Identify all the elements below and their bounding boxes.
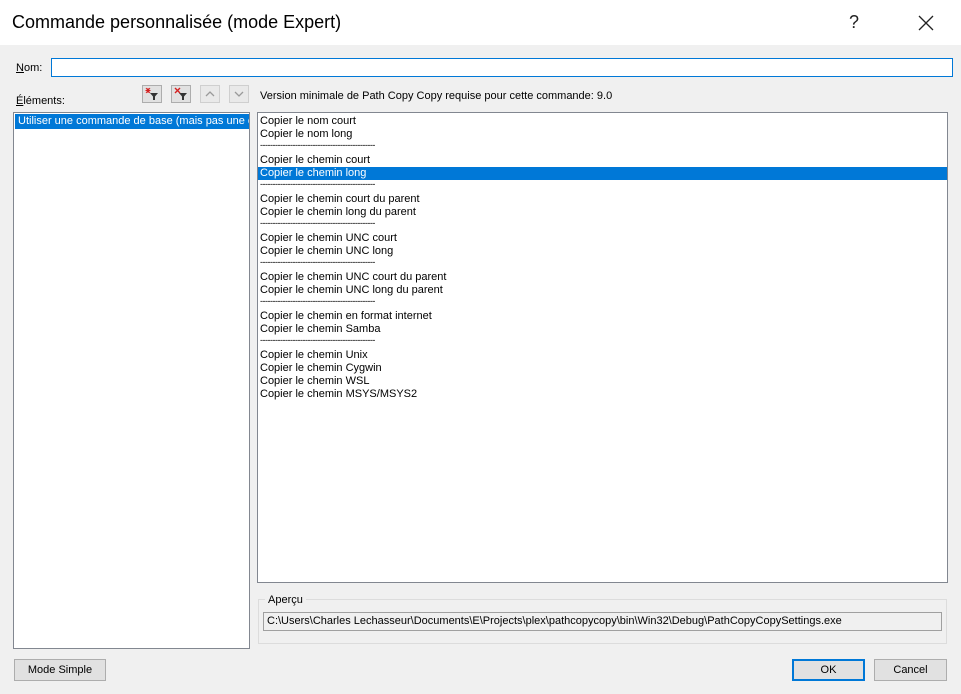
window-title: Commande personnalisée (mode Expert) <box>12 12 342 32</box>
preview-field: C:\Users\Charles Lechasseur\Documents\E\… <box>263 612 942 631</box>
list-separator: ----------------------------------------… <box>260 219 375 228</box>
elements-label: Éléments: <box>16 95 65 107</box>
close-icon <box>918 15 934 30</box>
simple-mode-button[interactable]: Mode Simple <box>14 659 106 681</box>
list-separator: ----------------------------------------… <box>260 297 375 306</box>
list-item[interactable]: Copier le chemin UNC long <box>258 245 947 258</box>
list-item[interactable]: Utiliser une commande de base (mais pas … <box>15 114 249 129</box>
list-item[interactable]: Copier le chemin long <box>258 167 947 180</box>
version-note: Version minimale de Path Copy Copy requi… <box>260 90 613 102</box>
list-item[interactable]: Copier le chemin court du parent <box>258 193 947 206</box>
elements-list[interactable]: Utiliser une commande de base (mais pas … <box>13 112 250 649</box>
list-item[interactable]: Copier le nom court <box>258 115 947 128</box>
list-item[interactable]: Copier le chemin Unix <box>258 349 947 362</box>
list-separator: ----------------------------------------… <box>260 141 375 150</box>
add-filter-button[interactable] <box>142 85 162 103</box>
list-item[interactable]: Copier le chemin long du parent <box>258 206 947 219</box>
add-filter-icon <box>145 87 158 100</box>
list-separator: ----------------------------------------… <box>260 180 375 189</box>
list-item[interactable]: Copier le chemin UNC long du parent <box>258 284 947 297</box>
list-item[interactable]: Copier le nom long <box>258 128 947 141</box>
list-item[interactable]: Copier le chemin Samba <box>258 323 947 336</box>
list-separator: ----------------------------------------… <box>260 336 375 345</box>
cancel-button[interactable]: Cancel <box>874 659 947 681</box>
remove-filter-icon <box>174 87 187 100</box>
chevron-down-icon <box>234 91 244 97</box>
chevron-up-icon <box>205 91 215 97</box>
list-item[interactable]: Copier le chemin MSYS/MSYS2 <box>258 388 947 401</box>
name-input[interactable] <box>51 58 953 77</box>
list-item[interactable]: Copier le chemin UNC court du parent <box>258 271 947 284</box>
commands-list[interactable]: Copier le nom court Copier le nom long ---… <box>257 112 948 583</box>
preview-label: Aperçu <box>265 594 306 606</box>
move-down-button[interactable] <box>229 85 249 103</box>
list-item[interactable]: Copier le chemin WSL <box>258 375 947 388</box>
list-item[interactable]: Copier le chemin Cygwin <box>258 362 947 375</box>
list-item[interactable]: Copier le chemin UNC court <box>258 232 947 245</box>
list-item[interactable]: Copier le chemin court <box>258 154 947 167</box>
title-bar: Commande personnalisée (mode Expert) ? <box>0 0 961 45</box>
name-label: Nom: <box>16 62 43 74</box>
close-button[interactable] <box>901 0 951 45</box>
ok-button[interactable]: OK <box>792 659 865 681</box>
remove-filter-button[interactable] <box>171 85 191 103</box>
list-item[interactable]: Copier le chemin en format internet <box>258 310 947 323</box>
help-button[interactable]: ? <box>831 0 877 45</box>
list-separator: ----------------------------------------… <box>260 258 375 267</box>
move-up-button[interactable] <box>200 85 220 103</box>
